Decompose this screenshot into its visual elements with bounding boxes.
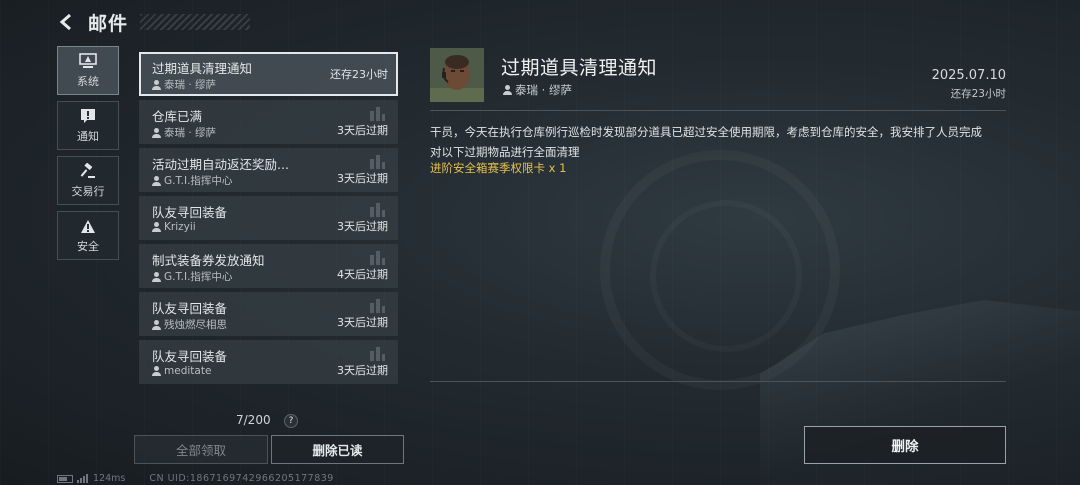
- mail-expiry: 4天后过期: [337, 268, 388, 281]
- background-emblem: [600, 150, 840, 390]
- mail-detail-date: 2025.07.10: [931, 68, 1006, 83]
- ping-value: 124ms: [93, 473, 126, 484]
- detail-divider-top: [430, 110, 1006, 111]
- tab-system[interactable]: 系统: [57, 46, 119, 95]
- page-title: 邮件: [88, 12, 129, 35]
- person-icon: [152, 127, 161, 138]
- tab-security-label: 安全: [77, 240, 99, 253]
- mail-title: 仓库已满: [152, 109, 203, 124]
- mail-sender-name: G.T.I.指挥中心: [164, 271, 233, 283]
- mail-sender-name: meditate: [164, 365, 212, 377]
- mail-sender-name: 泰瑞 · 缪萨: [164, 79, 217, 91]
- mail-title: 队友寻回装备: [152, 301, 228, 316]
- mail-detail-sender-name: 泰瑞 · 缪萨: [515, 83, 572, 97]
- battery-icon: [57, 474, 73, 483]
- person-icon: [152, 366, 161, 376]
- mail-decor-icon: [370, 299, 385, 313]
- mail-title: 队友寻回装备: [152, 205, 228, 220]
- delete-mail-button[interactable]: 删除: [804, 426, 1006, 464]
- warning-triangle-icon: [79, 217, 97, 235]
- delete-read-button[interactable]: 删除已读: [271, 435, 404, 464]
- mail-detail-title: 过期道具清理通知: [501, 57, 658, 79]
- mail-expiry: 3天后过期: [337, 364, 388, 377]
- person-icon: [152, 79, 161, 90]
- tab-security[interactable]: 安全: [57, 211, 119, 260]
- detail-divider-bottom: [430, 381, 1006, 382]
- tab-trading-label: 交易行: [71, 185, 105, 198]
- mail-item[interactable]: 仓库已满 泰瑞 · 缪萨 3天后过期: [139, 100, 398, 144]
- mail-title: 过期道具清理通知: [152, 61, 253, 76]
- person-icon: [503, 85, 512, 95]
- mail-reward-item: 进阶安全箱赛季权限卡 x 1: [430, 161, 567, 175]
- mail-decor-icon: [370, 155, 385, 169]
- person-icon: [152, 222, 161, 232]
- person-icon: [152, 319, 161, 330]
- claim-all-button[interactable]: 全部领取: [134, 435, 268, 464]
- mail-expiry: 3天后过期: [337, 172, 388, 185]
- mail-expiry: 3天后过期: [337, 316, 388, 329]
- back-arrow-icon[interactable]: [56, 11, 78, 33]
- mail-expiry: 还存23小时: [330, 68, 388, 81]
- header-decoration: [140, 14, 251, 30]
- person-icon: [152, 175, 161, 186]
- mail-sender-name: 残烛燃尽相思: [164, 319, 227, 331]
- mail-item[interactable]: 队友寻回装备 残烛燃尽相思 3天后过期: [139, 292, 398, 336]
- mail-title: 活动过期自动返还奖励...: [152, 157, 289, 172]
- notice-exclaim-icon: [79, 107, 97, 125]
- mail-sender: Krizyii: [152, 221, 196, 233]
- mail-expiry: 3天后过期: [337, 220, 388, 233]
- gavel-icon: [79, 162, 97, 180]
- mail-decor-icon: [370, 203, 385, 217]
- mail-sender: 残烛燃尽相思: [152, 317, 227, 332]
- mail-detail-sender: 泰瑞 · 缪萨: [503, 82, 572, 98]
- mail-sender-name: Krizyii: [164, 221, 196, 233]
- mail-item[interactable]: 过期道具清理通知 泰瑞 · 缪萨 还存23小时: [139, 52, 398, 96]
- mail-item[interactable]: 队友寻回装备 meditate 3天后过期: [139, 340, 398, 384]
- tab-system-label: 系统: [77, 75, 99, 88]
- status-bar: 124ms CN UID:1867169742966205177839: [57, 473, 334, 484]
- mail-list[interactable]: 过期道具清理通知 泰瑞 · 缪萨 还存23小时 仓库已满 泰瑞 · 缪萨 3天后…: [139, 52, 398, 397]
- mail-item[interactable]: 队友寻回装备 Krizyii 3天后过期: [139, 196, 398, 240]
- mail-sender-name: 泰瑞 · 缪萨: [164, 127, 217, 139]
- mail-decor-icon: [370, 107, 385, 121]
- mail-sender: G.T.I.指挥中心: [152, 269, 232, 284]
- mail-item[interactable]: 制式装备券发放通知 G.T.I.指挥中心 4天后过期: [139, 244, 398, 288]
- mail-title: 队友寻回装备: [152, 349, 228, 364]
- tab-notice[interactable]: 通知: [57, 101, 119, 150]
- sender-avatar: [430, 48, 484, 102]
- help-icon[interactable]: ?: [284, 414, 298, 428]
- tab-trading[interactable]: 交易行: [57, 156, 119, 205]
- mail-decor-icon: [370, 347, 385, 361]
- signal-icon: [77, 474, 89, 483]
- mail-sender-name: G.T.I.指挥中心: [164, 175, 233, 187]
- player-uid: CN UID:1867169742966205177839: [149, 473, 334, 484]
- mail-detail-body: 干员，今天在执行仓库例行巡检时发现部分道具已超过安全使用期限，考虑到仓库的安全，…: [430, 125, 982, 159]
- mail-sender: 泰瑞 · 缪萨: [152, 77, 216, 92]
- mail-title: 制式装备券发放通知: [152, 253, 265, 268]
- person-icon: [152, 271, 161, 282]
- mail-expiry: 3天后过期: [337, 124, 388, 137]
- page-header: 邮件: [56, 10, 251, 35]
- mail-sender: 泰瑞 · 缪萨: [152, 125, 216, 140]
- mail-counter: 7/200: [236, 413, 271, 427]
- mail-detail-remaining: 还存23小时: [950, 88, 1006, 100]
- mail-sender: G.T.I.指挥中心: [152, 173, 232, 188]
- mail-item[interactable]: 活动过期自动返还奖励... G.T.I.指挥中心 3天后过期: [139, 148, 398, 192]
- mail-sender: meditate: [152, 365, 211, 377]
- tab-notice-label: 通知: [77, 130, 99, 143]
- system-monitor-icon: [79, 52, 97, 70]
- category-tabs: 系统 通知 交易行 安全: [57, 46, 119, 266]
- mail-decor-icon: [370, 251, 385, 265]
